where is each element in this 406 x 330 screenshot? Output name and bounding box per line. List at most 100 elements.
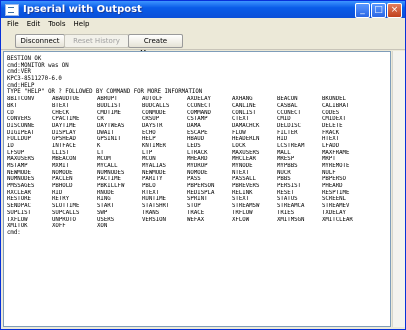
command-entry: CPACTIME: [52, 116, 80, 123]
reset-history-button[interactable]: Reset History: [64, 34, 129, 48]
close-button[interactable]: ×: [387, 3, 402, 18]
command-entry: BKT: [7, 102, 18, 109]
command-entry: LEDS: [187, 142, 201, 149]
app-window: Ipserial with Outpost _ □ × File Edit To…: [0, 0, 406, 330]
command-entry: PBBS: [277, 176, 291, 183]
command-entry: BUDCALLS: [142, 102, 170, 109]
command-entry: NEWMODE: [7, 169, 31, 176]
title-bar[interactable]: Ipserial with Outpost _ □ ×: [1, 1, 405, 18]
menu-edit[interactable]: Edit: [25, 20, 43, 28]
command-entry: ID: [7, 142, 14, 149]
command-entry: WEFAX: [187, 216, 205, 223]
command-entry: RESTORE: [7, 196, 31, 203]
menu-tools[interactable]: Tools: [46, 20, 67, 28]
command-entry: CALIBRAT: [322, 102, 350, 109]
command-entry: FULLDUP: [7, 136, 31, 143]
command-entry: MSTAMP: [7, 163, 28, 169]
command-entry: STEXT: [232, 196, 250, 203]
command-entry: NULF: [322, 169, 336, 176]
command-entry: LFADD: [322, 142, 340, 149]
command-entry: CD: [7, 109, 14, 116]
command-entry: CODES: [322, 109, 340, 116]
command-entry: PBPERSO: [322, 176, 346, 183]
command-entry: BTEXT: [52, 102, 70, 109]
command-entry: RELINK: [232, 189, 253, 196]
command-entry: FILTER: [277, 129, 298, 136]
command-entry: HBAUD: [187, 136, 205, 143]
command-entry: DIGIPEAT: [7, 129, 35, 136]
command-entry: CTEXT: [232, 116, 250, 123]
command-entry: PACTIME: [97, 176, 121, 183]
command-entry: DAMA: [187, 122, 201, 129]
command-entry: STATSHRT: [142, 203, 170, 210]
command-entry: SPRINT: [187, 196, 208, 203]
command-entry: AXDELAY: [187, 96, 211, 103]
command-entry: RESPTIME: [322, 189, 350, 196]
command-entry: NEWMODE: [142, 169, 166, 176]
command-entry: CMDTIME: [97, 109, 121, 116]
command-entry: NUMNODES: [7, 176, 35, 183]
command-entry: LOCK: [232, 142, 246, 149]
command-entry: DISCONNE: [7, 122, 35, 129]
menu-bar: File Edit Tools Help: [1, 18, 405, 30]
minimize-button[interactable]: _: [355, 3, 370, 18]
command-entry: SENDPAC: [7, 203, 31, 210]
command-entry: PBLO: [142, 183, 156, 190]
command-entry: HEADERLN: [232, 136, 260, 143]
command-entry: BKONDEL: [322, 96, 346, 103]
command-entry: XFLOW: [232, 216, 250, 223]
command-entry: LT: [97, 149, 104, 156]
command-entry: LCSTREAM: [277, 142, 305, 149]
command-entry: NUMNODES: [97, 169, 125, 176]
command-entry: STREAMEV: [322, 203, 350, 210]
command-entry: AXHANG: [232, 96, 253, 103]
command-entry: MYREMOTE: [322, 163, 350, 169]
output-line: KPC3-8511270-6.0: [7, 76, 62, 83]
command-entry: UNPROTO: [52, 216, 76, 223]
command-entry: 8BITCONV: [7, 96, 35, 103]
command-entry: PARITY: [142, 176, 163, 183]
command-entry: PASSALL: [232, 176, 256, 183]
command-entry: RUNTIME: [142, 196, 166, 203]
command-entry: PBREVERS: [232, 183, 260, 190]
command-entry: DWAIT: [97, 129, 115, 136]
command-entry: MBEACON: [52, 156, 76, 163]
maximize-button[interactable]: □: [371, 3, 386, 18]
command-entry: CANLINE: [232, 102, 256, 109]
command-entry: STREAMSW: [232, 203, 260, 210]
menu-help[interactable]: Help: [72, 20, 92, 28]
command-entry: DISPLAY: [52, 129, 76, 136]
vertical-scrollbar[interactable]: [392, 51, 405, 327]
command-entry: MYALIAS: [142, 163, 166, 169]
command-entry: CCONECT: [277, 109, 301, 116]
command-entry: PMSSAGES: [7, 183, 35, 190]
command-entry: NUCR: [277, 169, 291, 176]
command-entry: MYNODE: [232, 163, 253, 169]
create-message-button[interactable]: Create Message: [128, 34, 183, 57]
disconnect-button[interactable]: Disconnect: [15, 34, 65, 48]
command-entry: ABRUPT: [97, 96, 118, 103]
command-entry: ESCAPE: [187, 129, 208, 136]
command-entry: HELP: [142, 136, 156, 143]
command-entry: MALL: [277, 149, 291, 156]
command-entry: RTEXT: [142, 189, 160, 196]
command-entry: CMIDEXT: [322, 116, 346, 123]
command-entry: CHECK: [52, 109, 70, 116]
command-entry: K: [97, 142, 101, 149]
command-entry: STREAMCA: [277, 203, 305, 210]
command-entry: PACLEN: [52, 176, 73, 183]
command-entry: TXFLOW: [7, 216, 28, 223]
command-entry: RING: [97, 196, 111, 203]
command-entry: FRACK: [322, 129, 340, 136]
command-entry: XMITMSGN: [277, 216, 305, 223]
terminal-output[interactable]: BESTION OK cmd:MONITOR was ON cmd:VER KP…: [3, 51, 391, 327]
command-entry: HTEXT: [322, 136, 340, 143]
command-prompt[interactable]: cmd:: [7, 230, 390, 237]
command-entry: TRFLOW: [232, 209, 253, 216]
command-entry: PERSIST: [277, 183, 301, 190]
command-entry: LTRACK: [187, 149, 208, 156]
command-entry: TRANS: [142, 209, 160, 216]
command-entry: LFSUP: [7, 149, 25, 156]
window-title: Ipserial with Outpost: [23, 4, 142, 15]
menu-file[interactable]: File: [5, 20, 21, 28]
